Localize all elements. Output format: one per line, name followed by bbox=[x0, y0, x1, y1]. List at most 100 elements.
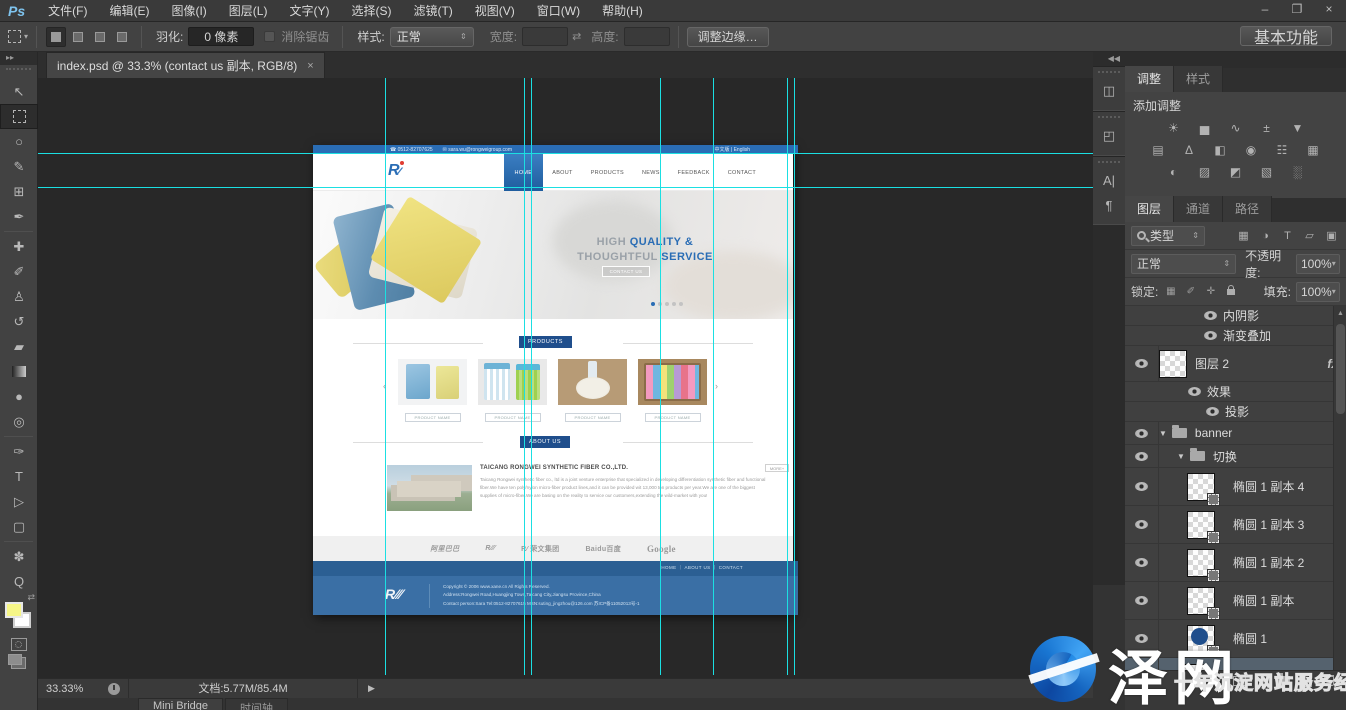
swap-dimensions-icon[interactable]: ⇄ bbox=[572, 30, 581, 43]
invert-icon[interactable]: ◐ bbox=[1164, 165, 1184, 180]
zoom-tool[interactable]: Q bbox=[0, 569, 38, 594]
visibility-eye-icon[interactable] bbox=[1188, 387, 1201, 396]
eraser-tool[interactable]: ▰ bbox=[0, 334, 38, 359]
quick-mask-button[interactable] bbox=[11, 638, 27, 651]
menu-image[interactable]: 图像(I) bbox=[160, 0, 217, 22]
visibility-eye-icon[interactable] bbox=[1135, 520, 1148, 529]
menu-file[interactable]: 文件(F) bbox=[37, 0, 98, 22]
pen-tool[interactable]: ✑ bbox=[0, 439, 38, 464]
guide-vertical[interactable] bbox=[713, 78, 714, 675]
menu-help[interactable]: 帮助(H) bbox=[591, 0, 654, 22]
layer-filter-dropdown[interactable]: 类型 ⇕ bbox=[1131, 226, 1205, 246]
quick-selection-tool[interactable]: ✎ bbox=[0, 154, 38, 179]
layer-row-ellipse1-copy2[interactable]: 椭圆 1 副本 2 bbox=[1125, 544, 1346, 582]
selection-mode-subtract[interactable] bbox=[90, 27, 110, 47]
color-lookup-icon[interactable]: ▦ bbox=[1303, 143, 1323, 158]
expand-panels-chevron[interactable]: ◀◀ bbox=[1093, 52, 1125, 66]
layer-thumbnail[interactable] bbox=[1187, 473, 1215, 501]
layers-scrollbar[interactable]: ▲ bbox=[1333, 306, 1346, 670]
status-options-arrow[interactable]: ▶ bbox=[368, 683, 375, 694]
width-input[interactable] bbox=[522, 27, 568, 46]
adjustment-layer-icon[interactable]: ◑ bbox=[1258, 675, 1265, 687]
menu-edit[interactable]: 编辑(E) bbox=[98, 0, 160, 22]
channel-mixer-icon[interactable]: ☷ bbox=[1272, 143, 1292, 158]
filter-type-layers-icon[interactable]: T bbox=[1279, 230, 1296, 242]
style-dropdown[interactable]: 正常⇕ bbox=[390, 27, 474, 47]
fill-value[interactable]: 100%▾ bbox=[1296, 282, 1340, 302]
layer-effect-drop-shadow[interactable]: 投影 bbox=[1125, 402, 1346, 422]
lock-position-icon[interactable]: ✛ bbox=[1203, 286, 1218, 297]
gradient-tool[interactable] bbox=[0, 359, 38, 384]
guide-horizontal[interactable] bbox=[38, 187, 1093, 188]
layer-row-ellipse1-copy3[interactable]: 椭圆 1 副本 3 bbox=[1125, 506, 1346, 544]
properties-panel-icon[interactable]: ◰ bbox=[1093, 123, 1125, 149]
tab-styles[interactable]: 样式 bbox=[1174, 66, 1223, 92]
layer-effects-header[interactable]: 效果 bbox=[1125, 382, 1346, 402]
levels-icon[interactable]: ▅ bbox=[1195, 121, 1215, 136]
photo-filter-icon[interactable]: ◉ bbox=[1241, 143, 1261, 158]
layer-thumbnail[interactable] bbox=[1187, 587, 1215, 615]
guide-vertical[interactable] bbox=[385, 78, 386, 675]
visibility-eye-icon[interactable] bbox=[1135, 596, 1148, 605]
brightness-contrast-icon[interactable]: ☀ bbox=[1164, 121, 1184, 136]
restore-button[interactable]: ❐ bbox=[1286, 2, 1308, 16]
visibility-eye-icon[interactable] bbox=[1204, 331, 1217, 340]
delete-layer-icon[interactable] bbox=[1324, 675, 1334, 686]
layer-style-icon[interactable]: fx bbox=[1212, 675, 1222, 687]
rectangular-marquee-tool[interactable] bbox=[0, 104, 38, 129]
guide-vertical[interactable] bbox=[794, 78, 795, 675]
filter-adjustment-layers-icon[interactable]: ◑ bbox=[1257, 230, 1274, 242]
dodge-tool[interactable]: ◎ bbox=[0, 409, 38, 434]
character-panel-icon[interactable]: A| bbox=[1093, 168, 1125, 193]
tool-preset-picker[interactable]: ▾ bbox=[8, 30, 28, 43]
layer-row-ellipse1-copy4[interactable]: 椭圆 1 副本 4 bbox=[1125, 468, 1346, 506]
curves-icon[interactable]: ∿ bbox=[1226, 121, 1246, 136]
hand-tool[interactable]: ✽ bbox=[0, 544, 38, 569]
visibility-eye-icon[interactable] bbox=[1135, 452, 1148, 461]
layer-group-switcher[interactable]: ▼ 切换 bbox=[1125, 445, 1346, 468]
shape-tool[interactable]: ▢ bbox=[0, 514, 38, 539]
lock-all-icon[interactable] bbox=[1227, 289, 1235, 295]
zoom-level-field[interactable]: 33.33% bbox=[38, 683, 100, 695]
swap-colors-icon[interactable]: ⇄ bbox=[27, 592, 35, 603]
group-expand-triangle[interactable]: ▼ bbox=[1177, 452, 1185, 461]
lasso-tool[interactable]: ○ bbox=[0, 129, 38, 154]
filter-pixel-layers-icon[interactable]: ▦ bbox=[1235, 229, 1252, 242]
screen-mode-button[interactable] bbox=[11, 657, 26, 669]
menu-view[interactable]: 视图(V) bbox=[464, 0, 526, 22]
color-balance-icon[interactable]: Δ bbox=[1179, 143, 1199, 158]
clone-stamp-tool[interactable]: ♙ bbox=[0, 284, 38, 309]
tab-timeline[interactable]: 时间轴 bbox=[225, 698, 288, 710]
exposure-icon[interactable]: ± bbox=[1257, 121, 1277, 136]
black-white-icon[interactable]: ◧ bbox=[1210, 143, 1230, 158]
vibrance-icon[interactable]: ▼ bbox=[1288, 121, 1308, 136]
menu-select[interactable]: 选择(S) bbox=[340, 0, 402, 22]
selection-mode-new[interactable] bbox=[46, 27, 66, 47]
history-brush-tool[interactable]: ↺ bbox=[0, 309, 38, 334]
type-tool[interactable]: T bbox=[0, 464, 38, 489]
blend-mode-dropdown[interactable]: 正常⇕ bbox=[1131, 254, 1236, 274]
layer-group-banner[interactable]: ▼ banner bbox=[1125, 422, 1346, 445]
hue-saturation-icon[interactable]: ▤ bbox=[1148, 143, 1168, 158]
threshold-icon[interactable]: ◩ bbox=[1226, 165, 1246, 180]
posterize-icon[interactable]: ▨ bbox=[1195, 165, 1215, 180]
layer-thumbnail[interactable] bbox=[1187, 511, 1215, 539]
tab-channels[interactable]: 通道 bbox=[1174, 196, 1223, 222]
history-panel-icon[interactable]: ◫ bbox=[1093, 78, 1125, 104]
toolbar-collapse-chevron[interactable]: ▸▸ bbox=[0, 52, 37, 65]
guide-horizontal[interactable] bbox=[38, 153, 1093, 154]
new-group-icon[interactable] bbox=[1277, 676, 1290, 685]
tab-layers[interactable]: 图层 bbox=[1125, 196, 1174, 222]
feather-input[interactable]: 0 像素 bbox=[188, 27, 254, 46]
visibility-eye-icon[interactable] bbox=[1204, 311, 1217, 320]
lock-paint-icon[interactable]: ✐ bbox=[1183, 286, 1198, 297]
visibility-eye-icon[interactable] bbox=[1135, 482, 1148, 491]
layer-effect-gradient-overlay[interactable]: 渐变叠加 bbox=[1125, 326, 1346, 346]
move-tool[interactable]: ↖ bbox=[0, 79, 38, 104]
minimize-button[interactable]: – bbox=[1254, 2, 1276, 16]
path-selection-tool[interactable]: ▷ bbox=[0, 489, 38, 514]
foreground-color-swatch[interactable] bbox=[5, 602, 23, 618]
visibility-eye-icon[interactable] bbox=[1206, 407, 1219, 416]
filter-shape-layers-icon[interactable]: ▱ bbox=[1301, 229, 1318, 242]
menu-type[interactable]: 文字(Y) bbox=[278, 0, 340, 22]
